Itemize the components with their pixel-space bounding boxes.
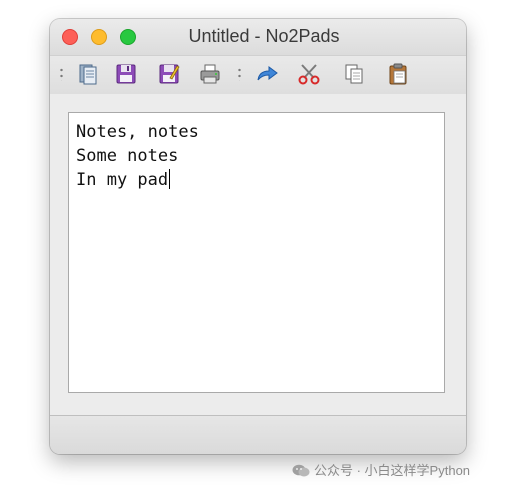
printer-icon [200,64,220,84]
text-editor[interactable]: Notes, notes Some notes In my pad [68,112,445,393]
status-bar [50,415,466,454]
text-line: Notes, notes [76,122,199,142]
floppy-disk-icon [116,64,136,84]
editor-area: Notes, notes Some notes In my pad [50,94,466,416]
text-line: In my pad [76,170,169,190]
watermark-text: 公众号 · 小白这样学Python [314,463,471,478]
scissors-icon [298,64,320,85]
window-title: Untitled - No2Pads [188,26,340,46]
copy-icon [345,64,363,84]
toolbar [50,55,466,95]
toolbar-grip-handle[interactable] [60,67,63,81]
text-line: Some notes [76,146,179,166]
redo-button[interactable] [255,62,279,86]
new-button[interactable] [76,62,100,86]
save-button[interactable] [114,62,138,86]
title-bar[interactable]: Untitled - No2Pads [50,19,466,55]
new-document-icon [79,64,97,85]
text-line-with-caret: In my pad [76,168,437,192]
wechat-icon [292,464,310,477]
cut-button[interactable] [297,62,321,86]
print-button[interactable] [198,62,222,86]
app-window: Untitled - No2Pads Notes, notes Some not… [50,19,466,454]
copy-button[interactable] [342,62,366,86]
toolbar-grip-handle-2[interactable] [238,67,241,81]
watermark: 公众号 · 小白这样学Python [292,460,470,479]
paste-button[interactable] [386,62,410,86]
floppy-edit-icon [159,64,180,84]
clipboard-icon [389,63,407,85]
save-as-button[interactable] [157,62,181,86]
redo-arrow-icon [257,66,278,81]
text-caret [169,169,171,189]
